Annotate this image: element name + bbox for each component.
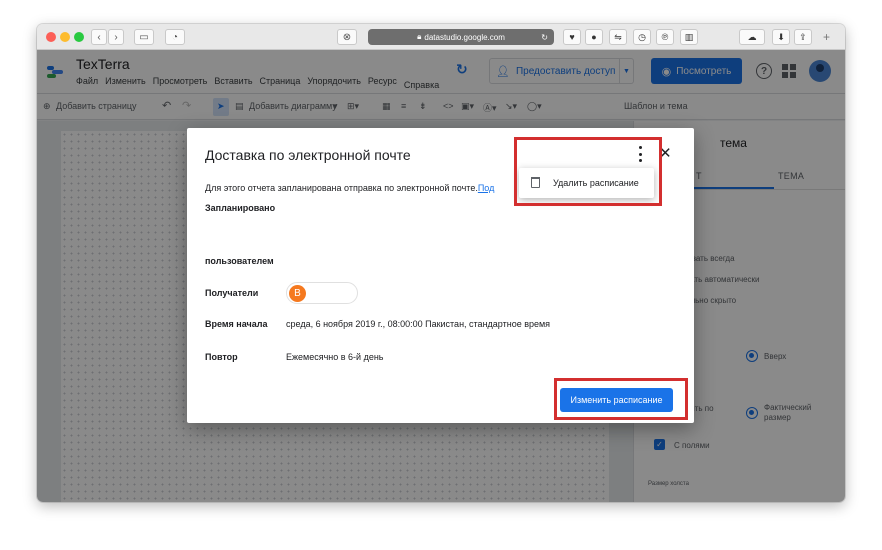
pinterest-icon[interactable]: ℗	[656, 29, 674, 45]
share-icon[interactable]: ⇪	[794, 29, 812, 45]
lock-icon: 🔒︎	[417, 32, 422, 41]
privacy-icon[interactable]: ⊗	[337, 29, 357, 45]
description-link[interactable]: Под	[478, 183, 495, 193]
scheduled-label: Запланировано	[205, 203, 276, 213]
pocket-icon[interactable]: ♥	[563, 29, 581, 45]
address-bar[interactable]: 🔒︎ datastudio.google.com ↻	[368, 29, 554, 45]
shield-icon[interactable]: ◔	[165, 29, 185, 45]
recipient-avatar: В	[289, 285, 306, 302]
zoom-window-button[interactable]	[74, 32, 84, 42]
recipients-label: Получатели	[205, 288, 259, 298]
start-time-value: среда, 6 ноября 2019 г., 08:00:00 Пакист…	[286, 319, 551, 329]
description-text: Для этого отчета запланирована отправка …	[205, 183, 478, 193]
repeat-label: Повтор	[205, 352, 238, 362]
url-text: datastudio.google.com	[424, 32, 505, 42]
trash-extension-icon[interactable]: ▥	[680, 29, 698, 45]
reload-icon[interactable]: ↻	[541, 33, 548, 42]
minimize-window-button[interactable]	[60, 32, 70, 42]
back-icon[interactable]: ‹	[91, 29, 107, 45]
link-icon[interactable]: ⇋	[609, 29, 627, 45]
dialog-description: Для этого отчета запланирована отправка …	[205, 183, 494, 193]
highlight-delete-menu	[514, 137, 662, 206]
close-window-button[interactable]	[46, 32, 56, 42]
download-icon[interactable]: ⬇	[772, 29, 790, 45]
highlight-edit-button	[554, 378, 688, 420]
recipients-chip[interactable]: В	[286, 282, 358, 304]
browser-toolbar: ‹ › ▭ ◔ ⊗ 🔒︎ datastudio.google.com ↻ ♥ ●…	[37, 24, 845, 50]
forward-icon[interactable]: ›	[108, 29, 124, 45]
ghostery-icon[interactable]: ●	[585, 29, 603, 45]
by-user-label: пользователем	[205, 256, 274, 266]
sidebar-icon[interactable]: ▭	[134, 29, 154, 45]
dialog-title: Доставка по электронной почте	[205, 147, 411, 163]
browser-window: ‹ › ▭ ◔ ⊗ 🔒︎ datastudio.google.com ↻ ♥ ●…	[37, 24, 845, 502]
start-time-label: Время начала	[205, 319, 268, 329]
repeat-value: Ежемесячно в 6-й день	[286, 352, 384, 362]
cloud-icon[interactable]: ☁	[739, 29, 765, 45]
clock-extension-icon[interactable]: ◷	[633, 29, 651, 45]
new-tab-icon[interactable]: +	[823, 30, 830, 44]
